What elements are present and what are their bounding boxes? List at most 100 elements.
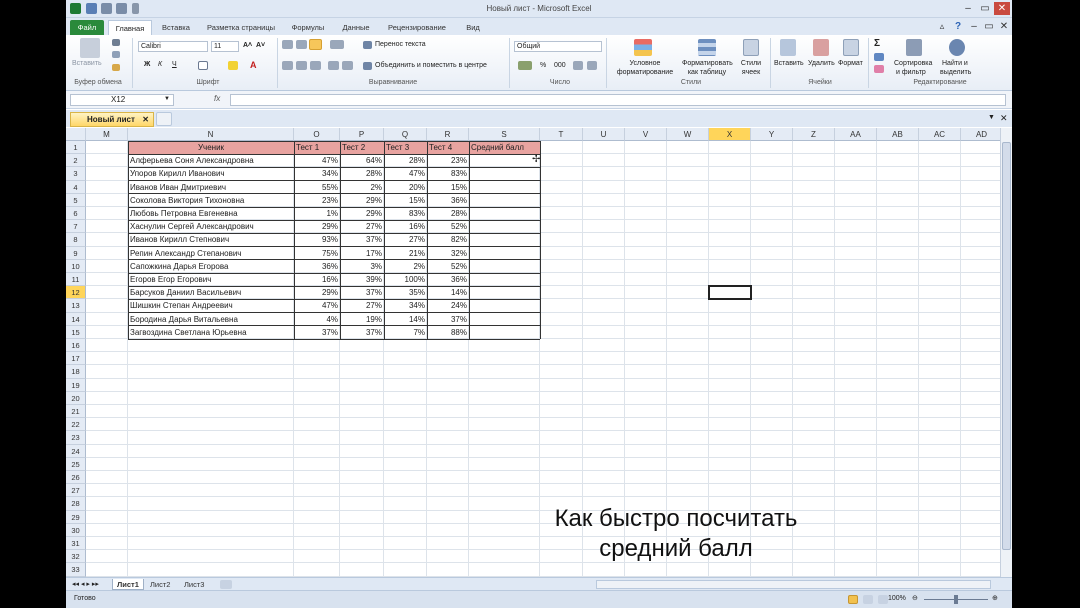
table-cell[interactable]: 1%: [294, 207, 340, 220]
format-as-table-label-2[interactable]: как таблицу: [680, 69, 734, 76]
table-cell[interactable]: 16%: [384, 220, 427, 233]
sheet-tab-1[interactable]: Лист1: [112, 579, 144, 590]
insert-sheet-icon[interactable]: [220, 580, 232, 589]
table-cell[interactable]: 23%: [294, 194, 340, 207]
table-header-cell[interactable]: Средний балл: [469, 141, 540, 155]
table-cell[interactable]: 37%: [294, 326, 340, 339]
column-header[interactable]: O: [294, 128, 340, 141]
clear-icon[interactable]: [874, 65, 884, 73]
table-cell[interactable]: 37%: [427, 313, 469, 326]
column-header[interactable]: W: [667, 128, 709, 141]
table-cell[interactable]: 29%: [340, 207, 384, 220]
cell-styles-label-2[interactable]: ячеек: [738, 69, 764, 76]
merge-center-icon[interactable]: [363, 62, 372, 70]
table-header-cell[interactable]: Ученик: [128, 141, 294, 155]
row-header[interactable]: 20: [66, 391, 86, 405]
column-header[interactable]: Q: [384, 128, 427, 141]
table-cell[interactable]: 28%: [340, 167, 384, 180]
table-cell[interactable]: 2%: [384, 260, 427, 273]
formula-input[interactable]: [230, 94, 1006, 106]
table-cell[interactable]: 15%: [427, 181, 469, 194]
workbook-tab-close-icon[interactable]: ✕: [142, 113, 149, 126]
sort-filter-label-2[interactable]: и фильтр: [896, 69, 926, 76]
copy-icon[interactable]: [112, 51, 120, 58]
align-left-icon[interactable]: [282, 61, 293, 70]
worksheet-grid[interactable]: M N O P Q R S T U V W X Y Z AA AB AC AD 1 2 3 4 5 6 7 8 9 10 11 12 13 1…: [66, 128, 1012, 577]
column-header[interactable]: AA: [835, 128, 877, 141]
table-cell[interactable]: 4%: [294, 313, 340, 326]
format-as-table-icon[interactable]: [698, 39, 716, 56]
zoom-level[interactable]: 100%: [888, 595, 906, 602]
table-cell[interactable]: 3%: [340, 260, 384, 273]
decrease-indent-icon[interactable]: [328, 61, 339, 70]
table-cell[interactable]: 27%: [384, 233, 427, 246]
sort-filter-icon[interactable]: [906, 39, 922, 56]
table-cell[interactable]: Упоров Кирилл Иванович: [128, 167, 294, 180]
insert-cells-icon[interactable]: [780, 39, 796, 56]
table-cell[interactable]: 27%: [340, 299, 384, 312]
table-cell[interactable]: 20%: [384, 181, 427, 194]
conditional-formatting-label-2[interactable]: форматирование: [611, 69, 679, 76]
table-cell[interactable]: 36%: [427, 273, 469, 286]
new-workbook-tab-icon[interactable]: [156, 112, 172, 126]
table-cell[interactable]: 93%: [294, 233, 340, 246]
table-cell[interactable]: 35%: [384, 286, 427, 299]
tab-data[interactable]: Данные: [334, 20, 378, 35]
align-bottom-icon[interactable]: [309, 39, 322, 50]
autosum-icon[interactable]: Σ: [874, 38, 880, 49]
borders-icon[interactable]: [198, 61, 208, 70]
currency-format-icon[interactable]: [518, 61, 532, 70]
column-header[interactable]: U: [583, 128, 625, 141]
row-header[interactable]: 2: [66, 154, 86, 168]
paste-icon[interactable]: [80, 38, 100, 58]
ribbon-minimize-icon[interactable]: ▵: [934, 20, 950, 33]
row-header[interactable]: 11: [66, 273, 86, 287]
conditional-formatting-label-1[interactable]: Условное: [623, 60, 667, 67]
table-cell[interactable]: 29%: [294, 286, 340, 299]
sheet-tab-2[interactable]: Лист2: [146, 579, 174, 590]
find-select-label-2[interactable]: выделить: [940, 69, 971, 76]
table-cell[interactable]: 82%: [427, 233, 469, 246]
table-header-cell[interactable]: Тест 4: [427, 141, 469, 155]
increase-decimal-icon[interactable]: [573, 61, 583, 70]
tab-review[interactable]: Рецензирование: [382, 20, 452, 35]
table-cell[interactable]: Соколова Виктория Тихоновна: [128, 194, 294, 207]
table-cell[interactable]: Шишкин Степан Андреевич: [128, 299, 294, 312]
sheet-nav-icon[interactable]: ◂◂ ◂ ▸ ▸▸: [72, 580, 99, 588]
paste-button[interactable]: Вставить: [72, 60, 102, 67]
table-cell[interactable]: 47%: [384, 167, 427, 180]
wb-close-icon[interactable]: ✕: [996, 20, 1012, 33]
table-cell[interactable]: 29%: [340, 194, 384, 207]
vertical-scroll-thumb[interactable]: [1002, 142, 1011, 550]
fill-color-icon[interactable]: [228, 61, 238, 70]
sort-filter-label-1[interactable]: Сортировка: [894, 60, 932, 67]
number-format-combo[interactable]: Общий: [514, 41, 602, 52]
tab-view[interactable]: Вид: [458, 20, 488, 35]
row-header[interactable]: 18: [66, 365, 86, 379]
row-header[interactable]: 7: [66, 220, 86, 234]
horizontal-scrollbar[interactable]: [596, 580, 991, 589]
table-cell[interactable]: 88%: [427, 326, 469, 339]
cell-styles-icon[interactable]: [743, 39, 759, 56]
table-cell[interactable]: 14%: [384, 313, 427, 326]
normal-view-icon[interactable]: [848, 595, 858, 604]
row-header[interactable]: 29: [66, 510, 86, 524]
row-header[interactable]: 26: [66, 471, 86, 485]
workbook-close-icon[interactable]: ✕: [1000, 113, 1008, 124]
row-header[interactable]: 27: [66, 484, 86, 498]
table-cell[interactable]: 47%: [294, 154, 340, 167]
insert-cells-button[interactable]: Вставить: [774, 60, 804, 67]
font-name-combo[interactable]: Calibri: [138, 41, 208, 52]
maximize-icon[interactable]: ▭: [977, 2, 993, 15]
thousands-button[interactable]: 000: [554, 62, 566, 69]
row-header[interactable]: 22: [66, 418, 86, 432]
table-cell[interactable]: Иванов Кирилл Степнович: [128, 233, 294, 246]
tab-formulas[interactable]: Формулы: [286, 20, 330, 35]
table-cell[interactable]: 15%: [384, 194, 427, 207]
align-top-icon[interactable]: [282, 40, 293, 49]
fill-icon[interactable]: [874, 53, 884, 61]
row-header[interactable]: 8: [66, 233, 86, 247]
table-cell[interactable]: 52%: [427, 220, 469, 233]
table-cell[interactable]: 37%: [340, 326, 384, 339]
zoom-slider-thumb[interactable]: [954, 595, 958, 604]
